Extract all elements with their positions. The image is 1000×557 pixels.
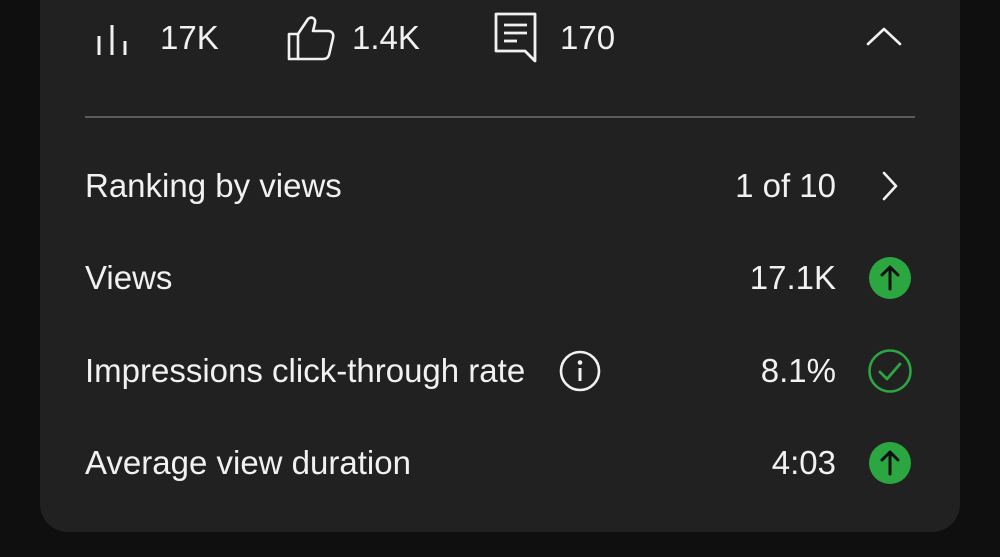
comment-icon [494, 12, 538, 64]
metric-label: Views [85, 259, 173, 296]
views-count: 17K [160, 19, 219, 56]
avg-view-duration-row: Average view duration 4:03 [85, 433, 915, 493]
metric-value: 4:03 [771, 444, 836, 481]
arrow-up-circle-icon [865, 438, 915, 488]
views-metric-row: Views 17.1K [85, 248, 915, 308]
ranking-by-views-row[interactable]: Ranking by views 1 of 10 [85, 156, 915, 216]
chevron-right-icon [865, 161, 915, 211]
likes-stat: 1.4K [286, 0, 420, 76]
chevron-up-icon [866, 26, 902, 51]
metric-label: Impressions click-through rate [85, 352, 526, 389]
metric-label: Average view duration [85, 444, 411, 481]
video-analytics-card: 17K 1.4K 170 Ranking by views 1 of 10 Vi… [40, 0, 960, 532]
views-stat: 17K [94, 0, 219, 76]
metric-value: 17.1K [749, 259, 836, 296]
info-icon[interactable] [559, 350, 601, 392]
ctr-metric-row: Impressions click-through rate 8.1% [85, 341, 915, 401]
divider [85, 116, 915, 118]
arrow-up-circle-icon [865, 253, 915, 303]
thumbs-up-icon [286, 15, 336, 61]
metric-value: 1 of 10 [735, 167, 836, 204]
metric-label: Ranking by views [85, 167, 342, 204]
check-circle-icon [865, 346, 915, 396]
stats-row: 17K 1.4K 170 [40, 0, 960, 76]
metric-label-group: Impressions click-through rate [85, 350, 601, 392]
comments-stat: 170 [494, 0, 615, 76]
bar-chart-icon [94, 18, 134, 58]
collapse-button[interactable] [862, 18, 906, 58]
metric-value: 8.1% [760, 352, 836, 389]
likes-count: 1.4K [352, 19, 420, 56]
comments-count: 170 [560, 19, 616, 56]
